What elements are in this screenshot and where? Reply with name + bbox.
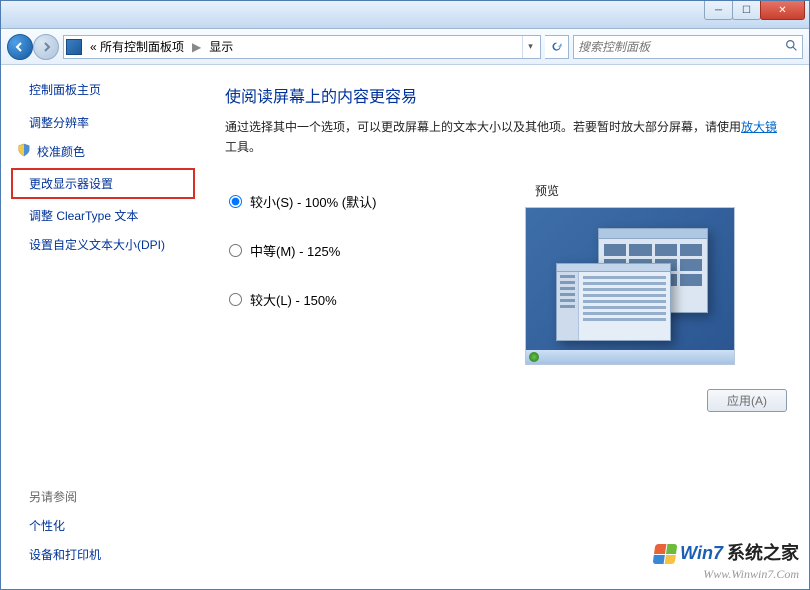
watermark-logo: Win7系统之家 <box>654 541 799 566</box>
radio-medium-input[interactable] <box>229 244 242 257</box>
magnifier-link[interactable]: 放大镜 <box>741 120 777 134</box>
preview-window-2 <box>556 263 671 341</box>
search-box[interactable] <box>573 35 803 59</box>
search-input[interactable] <box>578 40 785 54</box>
forward-button[interactable] <box>33 34 59 60</box>
sidebar-link-resolution[interactable]: 调整分辨率 <box>1 108 203 137</box>
body-area: 控制面板主页 调整分辨率 校准颜色 更改显示器设置 调整 ClearType 文… <box>1 65 809 589</box>
button-row: 应用(A) <box>225 389 787 412</box>
options-row: 较小(S) - 100% (默认) 中等(M) - 125% 较大(L) - 1… <box>225 182 787 365</box>
sidebar-link-dpi[interactable]: 设置自定义文本大小(DPI) <box>1 230 203 259</box>
refresh-icon <box>550 40 563 53</box>
sidebar-link-cleartype[interactable]: 调整 ClearType 文本 <box>1 201 203 230</box>
forward-arrow-icon <box>40 41 52 53</box>
sidebar-link-display-settings[interactable]: 更改显示器设置 <box>11 168 195 199</box>
sidebar-footer: 另请参阅 个性化 设备和打印机 <box>1 482 203 589</box>
refresh-button[interactable] <box>545 35 569 59</box>
sidebar-link-devices[interactable]: 设备和打印机 <box>1 540 203 569</box>
sidebar: 控制面板主页 调整分辨率 校准颜色 更改显示器设置 调整 ClearType 文… <box>1 65 203 589</box>
sidebar-header[interactable]: 控制面板主页 <box>1 81 203 108</box>
radio-small-label: 较小(S) - 100% (默认) <box>250 192 376 211</box>
back-button[interactable] <box>7 34 33 60</box>
nav-buttons <box>7 34 59 60</box>
window-frame: ─ ☐ ✕ « 所有控制面板项 ▶ 显示 ▾ <box>0 0 810 590</box>
control-panel-icon <box>66 39 82 55</box>
sidebar-see-also-header: 另请参阅 <box>1 482 203 511</box>
sidebar-link-calibrate[interactable]: 校准颜色 <box>1 137 203 166</box>
breadcrumb-seg-1[interactable]: « 所有控制面板项 <box>86 38 188 55</box>
shield-icon <box>17 143 31 157</box>
radio-large-label: 较大(L) - 150% <box>250 290 337 309</box>
back-arrow-icon <box>14 41 26 53</box>
titlebar: ─ ☐ ✕ <box>1 1 809 29</box>
maximize-button[interactable]: ☐ <box>732 1 761 20</box>
watermark: Win7系统之家 Www.Winwin7.Com <box>654 541 799 583</box>
radio-medium[interactable]: 中等(M) - 125% <box>225 231 505 280</box>
breadcrumb-separator: ▶ <box>192 40 201 54</box>
watermark-brand-prefix: Win7 <box>680 541 723 566</box>
breadcrumb-seg-2[interactable]: 显示 <box>205 38 237 55</box>
minimize-button[interactable]: ─ <box>704 1 733 20</box>
radio-group: 较小(S) - 100% (默认) 中等(M) - 125% 较大(L) - 1… <box>225 182 505 329</box>
page-description: 通过选择其中一个选项，可以更改屏幕上的文本大小以及其他项。若要暂时放大部分屏幕，… <box>225 117 787 158</box>
preview-start-orb <box>529 352 539 362</box>
close-button[interactable]: ✕ <box>760 1 805 20</box>
watermark-url: Www.Winwin7.Com <box>654 566 799 583</box>
apply-button[interactable]: 应用(A) <box>707 389 787 412</box>
watermark-brand-suffix: 系统之家 <box>727 541 799 566</box>
preview-label: 预览 <box>525 182 787 199</box>
radio-medium-label: 中等(M) - 125% <box>250 241 340 260</box>
sidebar-link-display-settings-label: 更改显示器设置 <box>29 177 113 191</box>
window-controls: ─ ☐ ✕ <box>705 1 809 20</box>
sidebar-link-calibrate-label: 校准颜色 <box>37 145 85 159</box>
address-bar[interactable]: « 所有控制面板项 ▶ 显示 ▾ <box>63 35 541 59</box>
content-pane: 使阅读屏幕上的内容更容易 通过选择其中一个选项，可以更改屏幕上的文本大小以及其他… <box>203 65 809 589</box>
address-dropdown[interactable]: ▾ <box>522 36 538 58</box>
radio-small[interactable]: 较小(S) - 100% (默认) <box>225 182 505 231</box>
windows-flag-icon <box>653 544 678 564</box>
radio-large-input[interactable] <box>229 293 242 306</box>
sidebar-link-personalize[interactable]: 个性化 <box>1 511 203 540</box>
radio-small-input[interactable] <box>229 195 242 208</box>
preview-column: 预览 <box>525 182 787 365</box>
toolbar: « 所有控制面板项 ▶ 显示 ▾ <box>1 29 809 65</box>
desc-text-post: 工具。 <box>225 140 261 154</box>
radio-large[interactable]: 较大(L) - 150% <box>225 280 505 329</box>
desc-text-pre: 通过选择其中一个选项，可以更改屏幕上的文本大小以及其他项。若要暂时放大部分屏幕，… <box>225 120 741 134</box>
preview-image <box>525 207 735 365</box>
page-title: 使阅读屏幕上的内容更容易 <box>225 83 787 107</box>
search-icon[interactable] <box>785 39 798 55</box>
preview-taskbar <box>526 350 734 364</box>
